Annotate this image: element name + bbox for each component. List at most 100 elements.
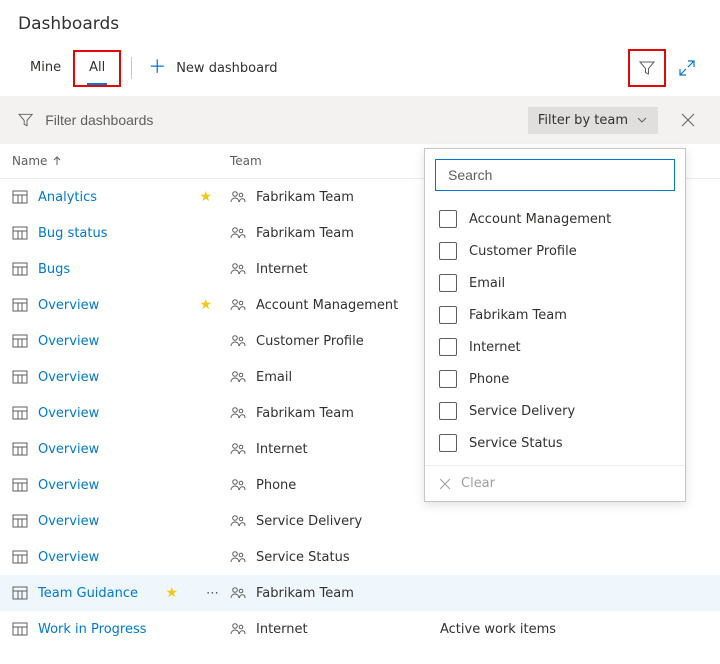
divider <box>131 57 132 79</box>
team-name: Fabrikam Team <box>256 586 354 601</box>
people-icon <box>230 189 246 205</box>
highlight-all-tab: All <box>73 50 121 87</box>
dashboard-link[interactable]: Overview <box>38 370 99 385</box>
dropdown-search-input[interactable] <box>446 166 664 184</box>
column-header-name[interactable]: Name <box>12 154 230 168</box>
favorite-star-icon[interactable]: ★ <box>199 297 212 313</box>
people-icon <box>230 621 246 637</box>
cell-team: Internet <box>230 621 440 637</box>
favorite-star-icon[interactable]: ★ <box>165 585 178 601</box>
page-title: Dashboards <box>18 14 702 34</box>
people-icon <box>230 585 246 601</box>
dashboard-link[interactable]: Overview <box>38 442 99 457</box>
dashboard-icon <box>12 261 28 277</box>
funnel-icon <box>18 112 33 128</box>
column-header-team[interactable]: Team <box>230 154 440 168</box>
dashboard-link[interactable]: Work in Progress <box>38 622 147 637</box>
team-name: Account Management <box>256 298 398 313</box>
cell-name: Overview <box>12 549 230 565</box>
dropdown-option-label: Service Delivery <box>469 404 575 419</box>
people-icon <box>230 261 246 277</box>
table-row[interactable]: Overview Service Delivery <box>0 503 720 539</box>
checkbox[interactable] <box>439 370 457 388</box>
cell-name: Work in Progress <box>12 621 230 637</box>
dashboard-icon <box>12 441 28 457</box>
dropdown-option[interactable]: Customer Profile <box>425 235 685 267</box>
new-dashboard-button[interactable]: ＋ New dashboard <box>142 55 283 81</box>
tab-all[interactable]: All <box>77 54 117 83</box>
dashboard-icon <box>12 477 28 493</box>
dropdown-option[interactable]: Account Management <box>425 203 685 235</box>
dropdown-option[interactable]: Service Status <box>425 427 685 459</box>
cell-team: Fabrikam Team <box>230 405 440 421</box>
filter-team-label: Filter by team <box>538 113 628 128</box>
checkbox[interactable] <box>439 338 457 356</box>
sort-asc-icon <box>53 156 61 166</box>
filter-by-team-button[interactable]: Filter by team <box>528 107 658 134</box>
cell-team: Service Status <box>230 549 440 565</box>
team-name: Phone <box>256 478 296 493</box>
dashboard-link[interactable]: Overview <box>38 550 99 565</box>
cell-team: Fabrikam Team <box>230 225 440 241</box>
fullscreen-button[interactable] <box>672 53 702 83</box>
dashboard-icon <box>12 369 28 385</box>
plus-icon: ＋ <box>148 59 166 77</box>
checkbox[interactable] <box>439 306 457 324</box>
team-name: Customer Profile <box>256 334 364 349</box>
checkbox[interactable] <box>439 434 457 452</box>
team-name: Fabrikam Team <box>256 226 354 241</box>
checkbox[interactable] <box>439 210 457 228</box>
dashboard-icon <box>12 405 28 421</box>
dashboard-link[interactable]: Team Guidance <box>38 586 138 601</box>
checkbox[interactable] <box>439 274 457 292</box>
dropdown-option-label: Service Status <box>469 436 563 451</box>
team-name: Internet <box>256 442 308 457</box>
dropdown-option[interactable]: Phone <box>425 363 685 395</box>
favorite-star-icon[interactable]: ★ <box>199 189 212 205</box>
table-row[interactable]: Work in ProgressInternetActive work item… <box>0 611 720 647</box>
team-name: Internet <box>256 262 308 277</box>
team-name: Service Delivery <box>256 514 362 529</box>
row-more-button[interactable]: ⋯ <box>206 586 220 601</box>
dashboard-link[interactable]: Overview <box>38 478 99 493</box>
checkbox[interactable] <box>439 242 457 260</box>
dropdown-option-list: Account ManagementCustomer ProfileEmailF… <box>425 201 685 465</box>
dashboard-icon <box>12 297 28 313</box>
dashboard-link[interactable]: Overview <box>38 298 99 313</box>
dashboard-link[interactable]: Overview <box>38 514 99 529</box>
filter-toggle-button[interactable] <box>632 53 662 83</box>
new-dashboard-label: New dashboard <box>176 61 277 76</box>
cell-team: Account Management <box>230 297 440 313</box>
cell-team: Fabrikam Team <box>230 189 440 205</box>
table-row[interactable]: Team Guidance ★ ⋯ Fabrikam Team <box>0 575 720 611</box>
dashboard-link[interactable]: Overview <box>38 334 99 349</box>
close-icon <box>439 478 451 490</box>
filter-dashboards-input[interactable] <box>43 111 518 129</box>
team-name: Email <box>256 370 292 385</box>
dashboard-icon <box>12 225 28 241</box>
dropdown-option[interactable]: Email <box>425 267 685 299</box>
people-icon <box>230 369 246 385</box>
table-row[interactable]: Overview Service Status <box>0 539 720 575</box>
checkbox[interactable] <box>439 402 457 420</box>
close-filter-button[interactable] <box>668 100 708 140</box>
cell-name: Overview <box>12 477 230 493</box>
dropdown-option-label: Phone <box>469 372 509 387</box>
funnel-icon <box>639 60 655 76</box>
dashboard-link[interactable]: Bugs <box>38 262 70 277</box>
people-icon <box>230 513 246 529</box>
dashboard-link[interactable]: Overview <box>38 406 99 421</box>
team-filter-dropdown: Account ManagementCustomer ProfileEmailF… <box>424 148 686 502</box>
cell-name: Overview <box>12 441 230 457</box>
cell-name: Bug status <box>12 225 230 241</box>
dropdown-clear-button[interactable]: Clear <box>425 465 685 501</box>
tab-mine[interactable]: Mine <box>18 54 73 83</box>
dropdown-option[interactable]: Internet <box>425 331 685 363</box>
dashboard-icon <box>12 585 28 601</box>
dashboard-link[interactable]: Bug status <box>38 226 108 241</box>
dropdown-option[interactable]: Fabrikam Team <box>425 299 685 331</box>
dropdown-option[interactable]: Service Delivery <box>425 395 685 427</box>
dashboard-link[interactable]: Analytics <box>38 190 97 205</box>
dropdown-search-wrap <box>435 159 675 191</box>
dropdown-clear-label: Clear <box>461 476 495 491</box>
